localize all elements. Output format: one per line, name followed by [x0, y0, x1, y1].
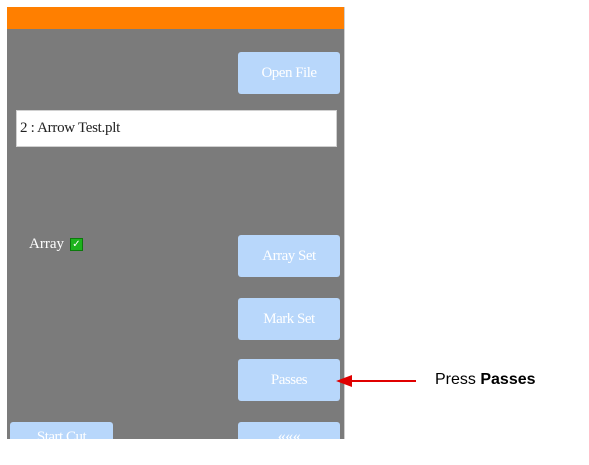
screenshot-stage: Open File 2 : Arrow Test.plt Array ✓ Arr… — [0, 0, 589, 465]
array-set-button[interactable]: Array Set — [238, 235, 340, 277]
device-panel: Open File 2 : Arrow Test.plt Array ✓ Arr… — [7, 7, 345, 439]
callout-instruction: Press Passes — [435, 371, 536, 389]
start-cut-button[interactable]: Start Cut — [10, 422, 113, 439]
triple-chevron-left-icon: ««« — [277, 428, 301, 439]
callout-emphasis: Passes — [480, 371, 536, 388]
top-status-bar — [7, 7, 344, 29]
file-name-value: 2 : Arrow Test.plt — [20, 120, 120, 136]
passes-button[interactable]: Passes — [238, 359, 340, 401]
callout-prefix: Press — [435, 371, 481, 388]
array-checkbox[interactable]: ✓ — [69, 238, 83, 251]
mark-set-button[interactable]: Mark Set — [238, 298, 340, 340]
back-button[interactable]: ««« — [238, 422, 340, 439]
checkmark-icon: ✓ — [72, 238, 81, 250]
array-option[interactable]: Array ✓ — [29, 236, 83, 253]
arrow-left-icon — [336, 375, 416, 387]
array-label: Array — [29, 236, 64, 252]
open-file-button[interactable]: Open File — [238, 52, 340, 94]
file-name-field[interactable]: 2 : Arrow Test.plt — [16, 110, 337, 147]
